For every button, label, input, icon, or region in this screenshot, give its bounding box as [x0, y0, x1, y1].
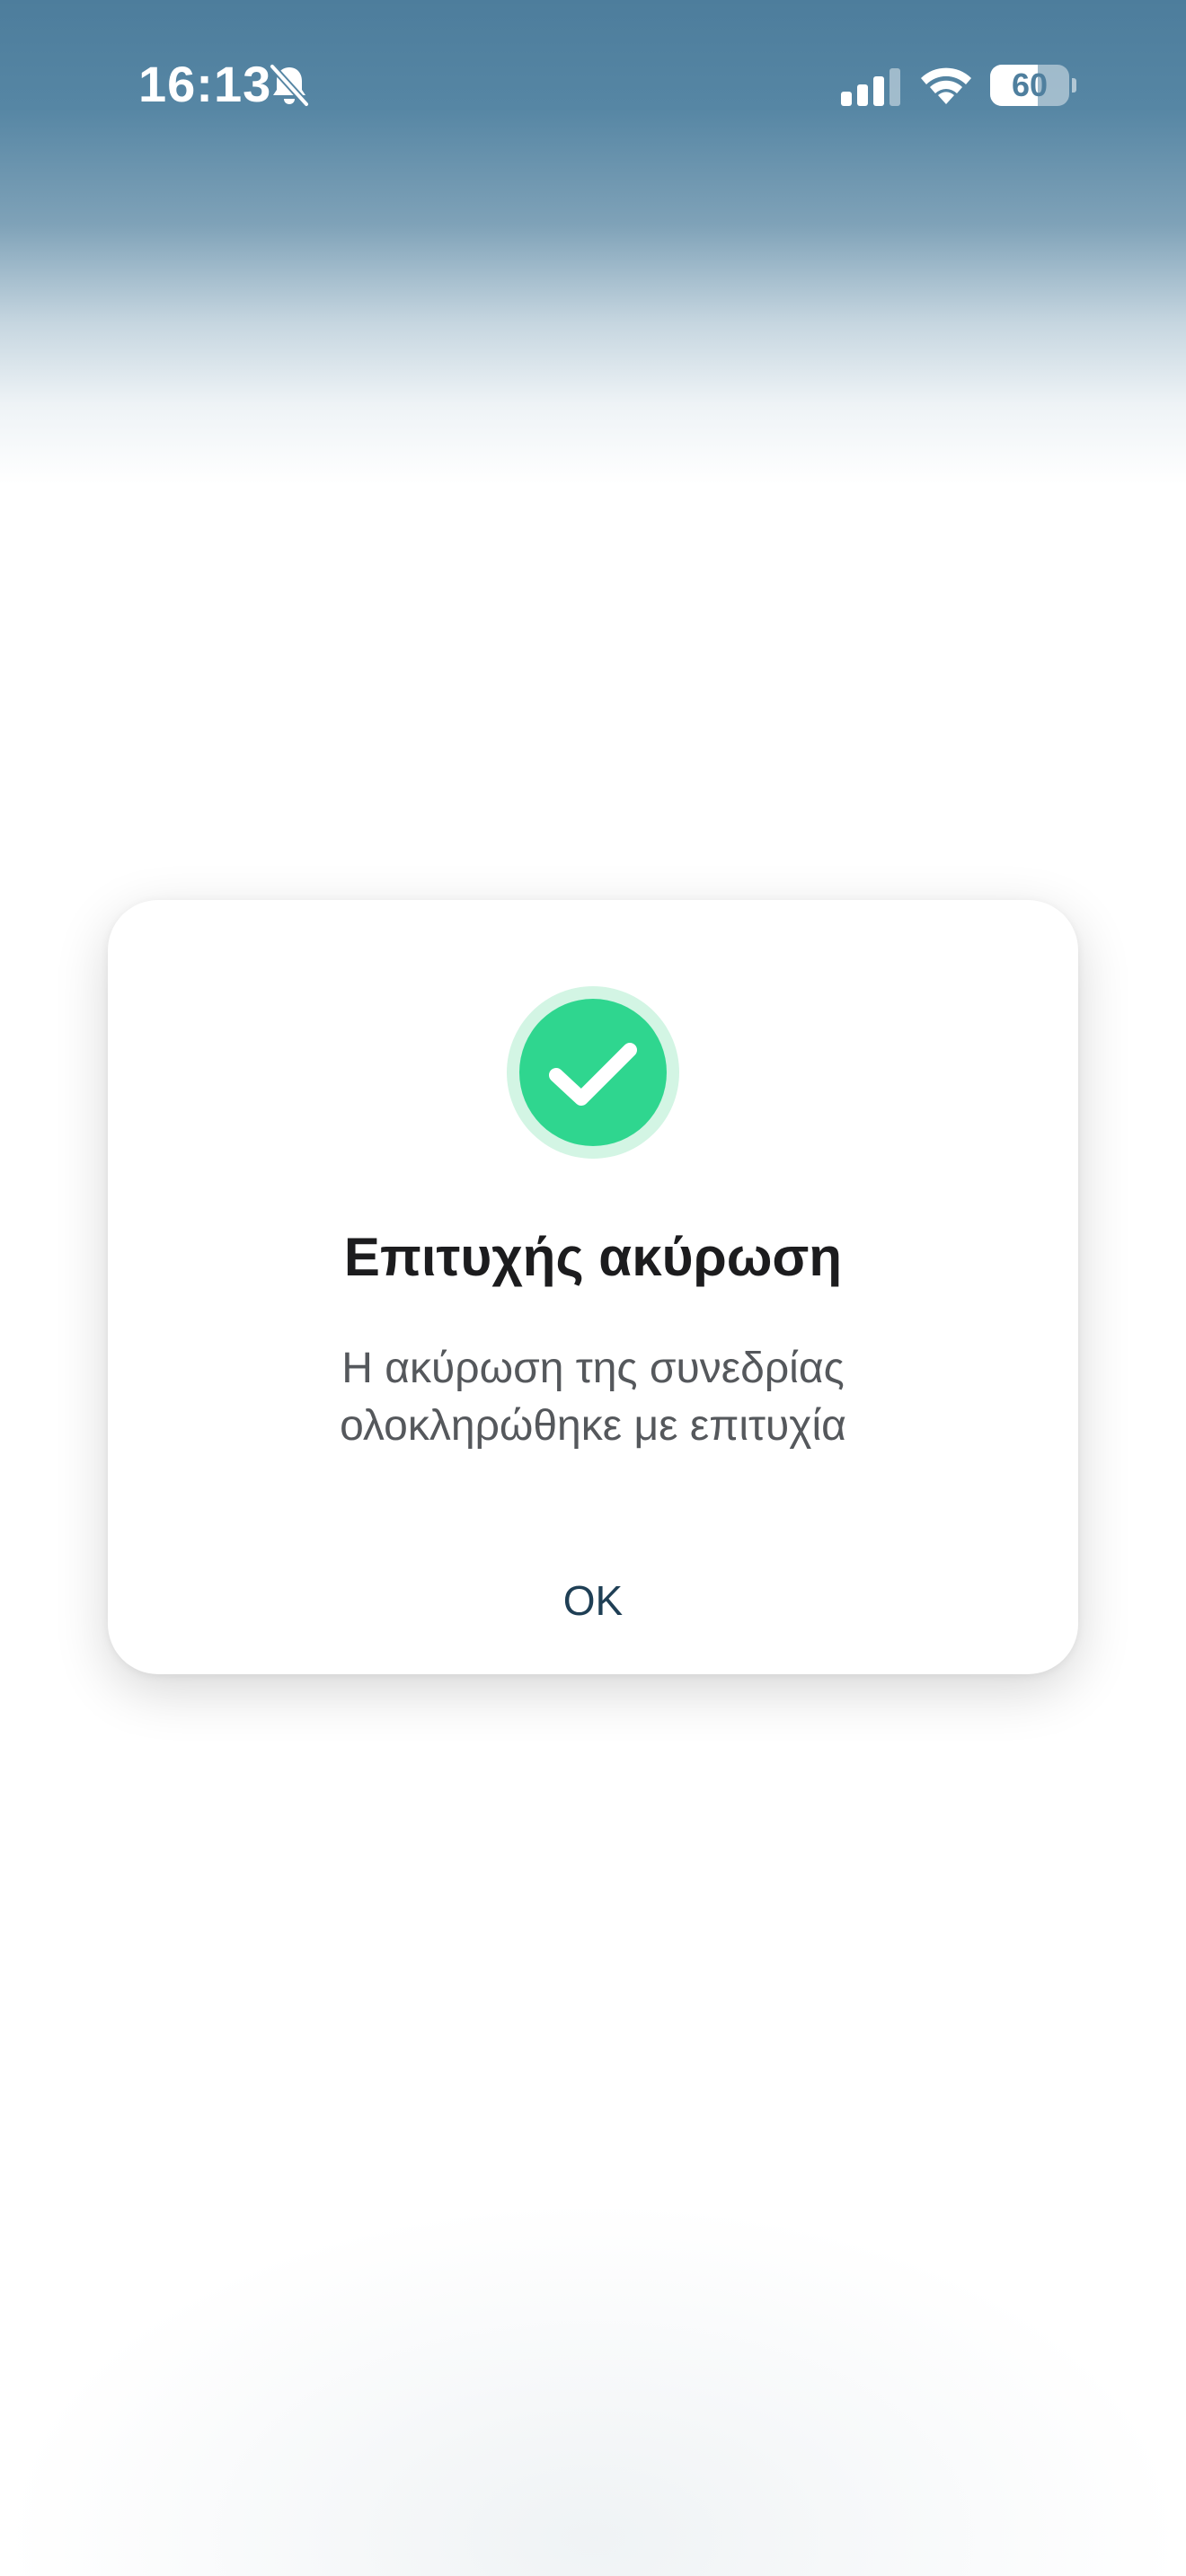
dialog-message-line1: Η ακύρωση της συνεδρίας	[341, 1345, 845, 1392]
dialog-title: Επιτυχής ακύρωση	[343, 1227, 843, 1287]
ok-button[interactable]: OK	[413, 1559, 773, 1640]
battery-body: 60	[990, 65, 1069, 106]
battery-cap	[1072, 78, 1076, 93]
dialog-message-line2: ολοκληρώθηκε με επιτυχία	[340, 1402, 846, 1450]
cellular-signal-icon	[841, 68, 900, 106]
battery-level: 60	[1011, 66, 1049, 103]
bottom-haze-background	[0, 2199, 1186, 2576]
dialog-message: Η ακύρωση της συνεδρίας ολοκληρώθηκε με …	[189, 1340, 997, 1455]
battery-icon: 60	[990, 65, 1076, 106]
status-time: 16:13	[138, 56, 272, 112]
wifi-icon	[921, 67, 971, 104]
status-bar: 16:13 60	[0, 0, 1186, 171]
success-icon-disc	[519, 999, 667, 1146]
checkmark-circle-icon	[507, 986, 679, 1159]
bell-slash-icon	[269, 63, 310, 108]
success-dialog: Επιτυχής ακύρωση Η ακύρωση της συνεδρίας…	[108, 900, 1078, 1674]
